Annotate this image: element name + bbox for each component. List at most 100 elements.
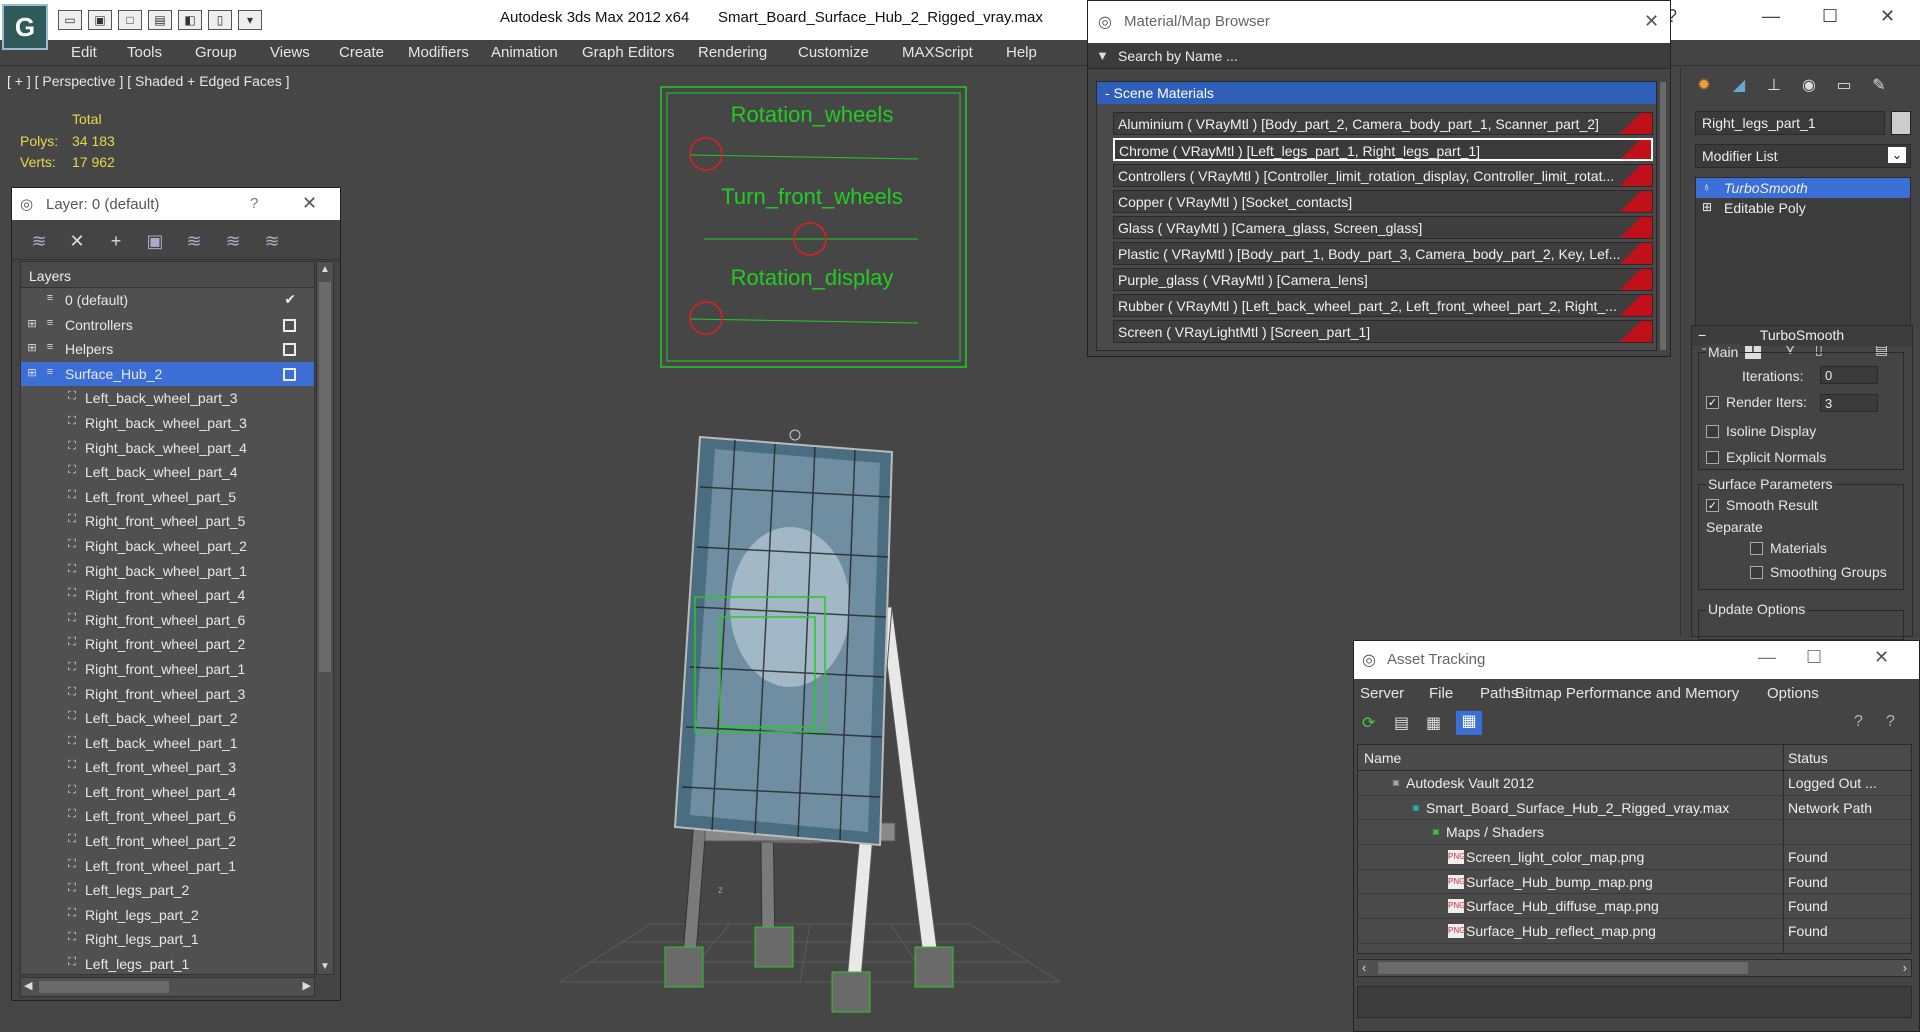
material-browser-titlebar[interactable]: ◎ Material/Map Browser ✕	[1088, 1, 1670, 43]
render-iters-spinner[interactable]: 3	[1820, 394, 1878, 412]
material-row[interactable]: Chrome ( VRayMtl ) [Left_legs_part_1, Ri…	[1113, 138, 1653, 161]
chevron-down-icon[interactable]: ⌄	[1888, 147, 1906, 163]
hierarchy-tab-icon[interactable]: ⊥	[1761, 75, 1787, 99]
options-arrow-icon[interactable]: ▼	[1096, 48, 1109, 63]
object-color-swatch[interactable]	[1891, 111, 1911, 135]
current-layer-check-icon[interactable]: ✔	[284, 291, 296, 308]
object-row[interactable]: ⛶ Right_back_wheel_part_4	[21, 436, 314, 461]
layer-tree[interactable]: Layers ≡ 0 (default) ✔ ⊞ ≡ Controllers ⊞ ≡ Helpe…	[20, 261, 315, 975]
motion-tab-icon[interactable]: ◉	[1796, 75, 1822, 99]
scroll-right-icon[interactable]: ›	[1903, 960, 1907, 975]
expand-plus-icon[interactable]: ⊞	[25, 317, 39, 331]
object-row[interactable]: ⛶ Left_front_wheel_part_1	[21, 854, 314, 879]
material-row[interactable]: Glass ( VRayMtl ) [Camera_glass, Screen_…	[1113, 216, 1653, 239]
layer-panel-titlebar[interactable]: ◎ Layer: 0 (default) ? ✕	[12, 188, 340, 220]
object-row[interactable]: ⛶ Right_legs_part_1	[21, 927, 314, 952]
material-row[interactable]: Controllers ( VRayMtl ) [Controller_limi…	[1113, 164, 1653, 187]
object-row[interactable]: ⛶ Left_back_wheel_part_3	[21, 386, 314, 411]
close-icon[interactable]: ✕	[1874, 647, 1889, 668]
hscroll-thumb[interactable]	[1378, 962, 1748, 974]
layer-row[interactable]: ⊞ ≡ Controllers	[21, 313, 314, 338]
add-to-layer-icon[interactable]: +	[105, 230, 127, 252]
material-row[interactable]: Screen ( VRayLightMtl ) [Screen_part_1]	[1113, 320, 1653, 343]
object-row[interactable]: ⛶ Left_front_wheel_part_3	[21, 755, 314, 780]
stack-item-turbosmooth[interactable]: ♁ TurboSmooth	[1696, 178, 1910, 198]
object-row[interactable]: ⛶ Left_back_wheel_part_2	[21, 706, 314, 731]
current-layer-checkbox[interactable]	[283, 343, 296, 357]
redo-icon[interactable]: ▯	[208, 10, 232, 30]
menu-rendering[interactable]: Rendering	[698, 44, 767, 61]
lightbulb-icon[interactable]: ♁	[1702, 180, 1711, 194]
dropdown-arrow-icon[interactable]: ▾	[238, 10, 262, 30]
material-row[interactable]: Rubber ( VRayMtl ) [Left_back_wheel_part…	[1113, 294, 1653, 317]
scroll-right-icon[interactable]: ▶	[303, 979, 311, 992]
asset-table[interactable]: Name Status ▣ Autodesk Vault 2012 Logged O…	[1357, 744, 1912, 954]
object-row[interactable]: ⛶ Right_back_wheel_part_3	[21, 411, 314, 436]
asset-row[interactable]: PNG Screen_light_color_map.png Found	[1358, 845, 1911, 870]
isoline-display-checkbox[interactable]	[1706, 425, 1719, 438]
smooth-result-checkbox[interactable]: ✓	[1706, 499, 1719, 512]
maximize-icon[interactable]: ☐	[1822, 6, 1838, 27]
current-layer-checkbox[interactable]	[283, 318, 296, 332]
layer-row[interactable]: ≡ 0 (default) ✔	[21, 288, 314, 313]
delete-layer-icon[interactable]: ✕	[66, 230, 88, 252]
expand-plus-icon[interactable]: ⊞	[1702, 200, 1712, 214]
expand-plus-icon[interactable]: ⊞	[25, 341, 39, 355]
close-icon[interactable]: ✕	[302, 193, 317, 214]
maximize-icon[interactable]: ☐	[1806, 647, 1822, 668]
scene-materials-section[interactable]: - Scene Materials	[1097, 82, 1656, 104]
column-name-header[interactable]: Name	[1364, 750, 1401, 766]
modify-tab-icon[interactable]: ◢	[1726, 75, 1752, 99]
asset-row[interactable]: PNG Surface_Hub_bump_map.png Found	[1358, 870, 1911, 895]
material-row[interactable]: Aluminium ( VRayMtl ) [Body_part_2, Came…	[1113, 112, 1653, 135]
context-help-icon[interactable]: ?	[1886, 713, 1895, 731]
materials-checkbox[interactable]	[1750, 542, 1763, 555]
asset-tracking-titlebar[interactable]: ◎ Asset Tracking — ☐ ✕	[1354, 641, 1919, 679]
material-row[interactable]: Purple_glass ( VRayMtl ) [Camera_lens]	[1113, 268, 1653, 291]
asset-row[interactable]: PNG Surface_Hub_reflect_map.png Found	[1358, 919, 1911, 944]
undo-icon[interactable]: ◧	[178, 10, 202, 30]
horizontal-scrollbar[interactable]: ◀ ▶	[20, 977, 315, 997]
asset-row[interactable]: ▣ Autodesk Vault 2012 Logged Out ...	[1358, 771, 1911, 796]
object-row[interactable]: ⛶ Right_front_wheel_part_3	[21, 682, 314, 707]
help-icon[interactable]: ?	[1854, 713, 1863, 731]
menu-group[interactable]: Group	[195, 44, 237, 61]
menu-paths[interactable]: Paths	[1480, 685, 1518, 702]
display-tab-icon[interactable]: ▭	[1831, 75, 1857, 99]
viewport-label[interactable]: [ + ] [ Perspective ] [ Shaded + Edged F…	[7, 73, 290, 89]
create-tab-icon[interactable]: ✹	[1691, 75, 1717, 99]
object-name-field[interactable]: Right_legs_part_1	[1695, 111, 1885, 135]
minimize-icon[interactable]: —	[1762, 6, 1780, 27]
hscroll-thumb[interactable]	[39, 981, 169, 993]
select-objects-icon[interactable]: ▣	[144, 230, 166, 252]
object-row[interactable]: ⛶ Right_front_wheel_part_1	[21, 657, 314, 682]
object-row[interactable]: ⛶ Right_front_wheel_part_4	[21, 583, 314, 608]
search-input[interactable]: Search by Name ...	[1088, 43, 1670, 69]
create-layer-icon[interactable]: ≋	[28, 230, 50, 252]
menu-options[interactable]: Options	[1767, 685, 1819, 702]
asset-row[interactable]: PNG Surface_Hub_diffuse_map.png Found	[1358, 894, 1911, 920]
asset-row[interactable]: ▣ Smart_Board_Surface_Hub_2_Rigged_vray.m…	[1358, 796, 1911, 821]
menu-animation[interactable]: Animation	[491, 44, 558, 61]
close-icon[interactable]: ✕	[1644, 11, 1659, 32]
menu-customize[interactable]: Customize	[798, 44, 869, 61]
smoothing-groups-checkbox[interactable]	[1750, 566, 1763, 579]
hold-icon[interactable]: ▤	[148, 10, 172, 30]
menu-maxscript[interactable]: MAXScript	[902, 44, 973, 61]
open-icon[interactable]: ▭	[58, 10, 82, 30]
stand-model[interactable]	[664, 429, 954, 1013]
freeze-all-icon[interactable]: ≋	[261, 230, 283, 252]
list-view-icon[interactable]: ▤	[1394, 713, 1409, 733]
object-row[interactable]: ⛶ Left_front_wheel_part_4	[21, 780, 314, 805]
menu-graph-editors[interactable]: Graph Editors	[582, 44, 675, 61]
highlight-layer-icon[interactable]: ≋	[183, 230, 205, 252]
modifier-stack[interactable]: ♁ TurboSmooth ⊞ Editable Poly	[1695, 177, 1911, 327]
minimize-icon[interactable]: —	[1758, 647, 1776, 668]
scroll-left-icon[interactable]: ◀	[24, 979, 32, 992]
material-list[interactable]: - Scene Materials Aluminium ( VRayMtl ) …	[1096, 81, 1666, 351]
refresh-icon[interactable]: ⟳	[1362, 713, 1375, 733]
help-button[interactable]: ?	[250, 195, 258, 212]
thumbnail-view-icon[interactable]: ▦	[1426, 713, 1441, 733]
menu-create[interactable]: Create	[339, 44, 384, 61]
object-row[interactable]: ⛶ Left_front_wheel_part_2	[21, 829, 314, 854]
